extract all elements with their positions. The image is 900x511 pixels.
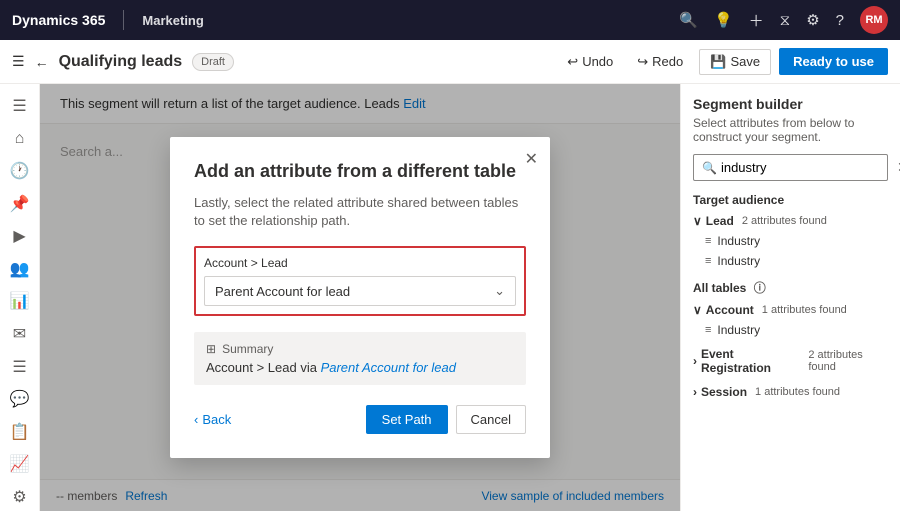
modal-footer-right: Set Path Cancel (366, 405, 526, 434)
target-audience-label: Target audience (693, 193, 888, 207)
sidebar-menu-icon[interactable]: ☰ (2, 92, 38, 121)
content-area: This segment will return a list of the t… (40, 84, 680, 511)
modal-title: Add an attribute from a different table (194, 161, 526, 182)
sidebar-pin-icon[interactable]: 📌 (2, 190, 38, 219)
second-nav: ☰ ← Qualifying leads Draft ↩ Undo ↪ Redo… (0, 40, 900, 84)
app-name: Marketing (142, 13, 203, 28)
page-title: Qualifying leads (59, 53, 183, 71)
all-tables-section: All tables ⓘ ∨ Account 1 attributes foun… (693, 279, 888, 402)
chevron-down-icon: ⌄ (494, 283, 505, 299)
back-chevron-icon: ‹ (194, 412, 198, 427)
modal-description: Lastly, select the related attribute sha… (194, 194, 526, 230)
main-layout: ☰ ⌂ 🕐 📌 ▶ 👥 📊 ✉ ☰ 💬 📋 📈 ⚙ This segment w… (0, 84, 900, 511)
event-chevron-icon: › (693, 354, 697, 368)
modal-footer: ‹ Back Set Path Cancel (194, 405, 526, 434)
redo-button[interactable]: ↪ Redo (629, 50, 691, 74)
status-badge: Draft (192, 53, 234, 71)
modal: ✕ Add an attribute from a different tabl… (170, 137, 550, 458)
sidebar-email-icon[interactable]: ✉ (2, 320, 38, 349)
brand: Dynamics 365 Marketing (12, 10, 204, 30)
account-count: 1 attributes found (762, 304, 847, 316)
modal-select-group: Account > Lead Parent Account for lead ⌄ (194, 246, 526, 316)
settings-icon[interactable]: ⚙ (806, 11, 819, 29)
session-count: 1 attributes found (755, 386, 840, 398)
lightbulb-icon[interactable]: 💡 (714, 11, 733, 29)
summary-text: Account > Lead via Parent Account for le… (206, 360, 514, 375)
nav-divider (123, 10, 124, 30)
redo-icon: ↪ (637, 54, 648, 70)
plus-icon[interactable]: ＋ (749, 10, 764, 31)
hamburger-icon[interactable]: ☰ (12, 53, 25, 70)
sidebar-home-icon[interactable]: ⌂ (2, 125, 38, 154)
account-industry-label: Industry (717, 323, 760, 337)
cancel-button[interactable]: Cancel (456, 405, 526, 434)
info-icon: ⓘ (754, 281, 766, 295)
undo-icon: ↩ (567, 54, 578, 70)
back-button[interactable]: ‹ Back (194, 412, 231, 427)
summary-icon: ⊞ (206, 342, 216, 356)
attribute-icon-1: ≡ (705, 235, 711, 247)
ready-to-use-button[interactable]: Ready to use (779, 48, 888, 75)
set-path-button[interactable]: Set Path (366, 405, 448, 434)
sidebar-chart-icon[interactable]: 📊 (2, 287, 38, 316)
sidebar-list-icon[interactable]: ☰ (2, 352, 38, 381)
modal-overlay: ✕ Add an attribute from a different tabl… (40, 84, 680, 511)
lead-industry-item-2[interactable]: ≡ Industry (693, 251, 888, 271)
account-chevron-icon: ∨ (693, 303, 702, 317)
top-nav: Dynamics 365 Marketing 🔍 💡 ＋ ⧖ ⚙ ? RM (0, 0, 900, 40)
session-expand[interactable]: › Session 1 attributes found (693, 382, 888, 402)
back-arrow-icon[interactable]: ← (35, 54, 49, 70)
sidebar-analytics-icon[interactable]: 📈 (2, 450, 38, 479)
right-panel: Segment builder Select attributes from b… (680, 84, 900, 511)
summary-title: ⊞ Summary (206, 342, 514, 356)
modal-summary: ⊞ Summary Account > Lead via Parent Acco… (194, 332, 526, 385)
help-icon[interactable]: ? (836, 12, 844, 29)
account-expand[interactable]: ∨ Account 1 attributes found (693, 300, 888, 320)
account-attribute-icon: ≡ (705, 324, 711, 336)
left-sidebar: ☰ ⌂ 🕐 📌 ▶ 👥 📊 ✉ ☰ 💬 📋 📈 ⚙ (0, 84, 40, 511)
session-chevron-icon: › (693, 385, 697, 399)
brand-text: Dynamics 365 (12, 12, 105, 28)
all-tables-label: All tables ⓘ (693, 279, 888, 296)
sidebar-data-icon[interactable]: 📋 (2, 417, 38, 446)
lead-industry-label-2: Industry (717, 254, 760, 268)
search-input[interactable] (721, 160, 897, 175)
panel-subtitle: Select attributes from below to construc… (693, 116, 888, 144)
avatar[interactable]: RM (860, 6, 888, 34)
lead-chevron-icon: ∨ (693, 214, 702, 228)
lead-industry-item-1[interactable]: ≡ Industry (693, 231, 888, 251)
undo-button[interactable]: ↩ Undo (559, 50, 621, 74)
modal-select-label: Account > Lead (204, 256, 516, 270)
panel-search-icon: 🔍 (702, 161, 717, 175)
save-icon: 💾 (710, 54, 726, 70)
sidebar-play-icon[interactable]: ▶ (2, 222, 38, 251)
account-industry-item[interactable]: ≡ Industry (693, 320, 888, 340)
sidebar-chat-icon[interactable]: 💬 (2, 385, 38, 414)
panel-title: Segment builder (693, 96, 888, 112)
search-container: 🔍 ✕ (693, 154, 888, 181)
sidebar-recent-icon[interactable]: 🕐 (2, 157, 38, 186)
sidebar-settings2-icon[interactable]: ⚙ (2, 482, 38, 511)
filter-icon[interactable]: ⧖ (780, 12, 791, 29)
target-audience-section: Target audience ∨ Lead 2 attributes foun… (693, 193, 888, 271)
sidebar-people-icon[interactable]: 👥 (2, 255, 38, 284)
top-nav-icons: 🔍 💡 ＋ ⧖ ⚙ ? RM (679, 6, 888, 34)
lead-count: 2 attributes found (742, 215, 827, 227)
event-expand[interactable]: › Event Registration 2 attributes found (693, 344, 888, 378)
lead-industry-label-1: Industry (717, 234, 760, 248)
modal-close-button[interactable]: ✕ (525, 149, 538, 169)
relationship-dropdown[interactable]: Parent Account for lead ⌄ (204, 276, 516, 306)
search-icon[interactable]: 🔍 (679, 11, 698, 29)
attribute-icon-2: ≡ (705, 255, 711, 267)
nav-actions: ↩ Undo ↪ Redo 💾 Save Ready to use (559, 48, 888, 75)
event-count: 2 attributes found (808, 349, 888, 373)
save-button[interactable]: 💾 Save (699, 49, 771, 75)
lead-expand[interactable]: ∨ Lead 2 attributes found (693, 211, 888, 231)
relationship-value: Parent Account for lead (215, 284, 350, 299)
